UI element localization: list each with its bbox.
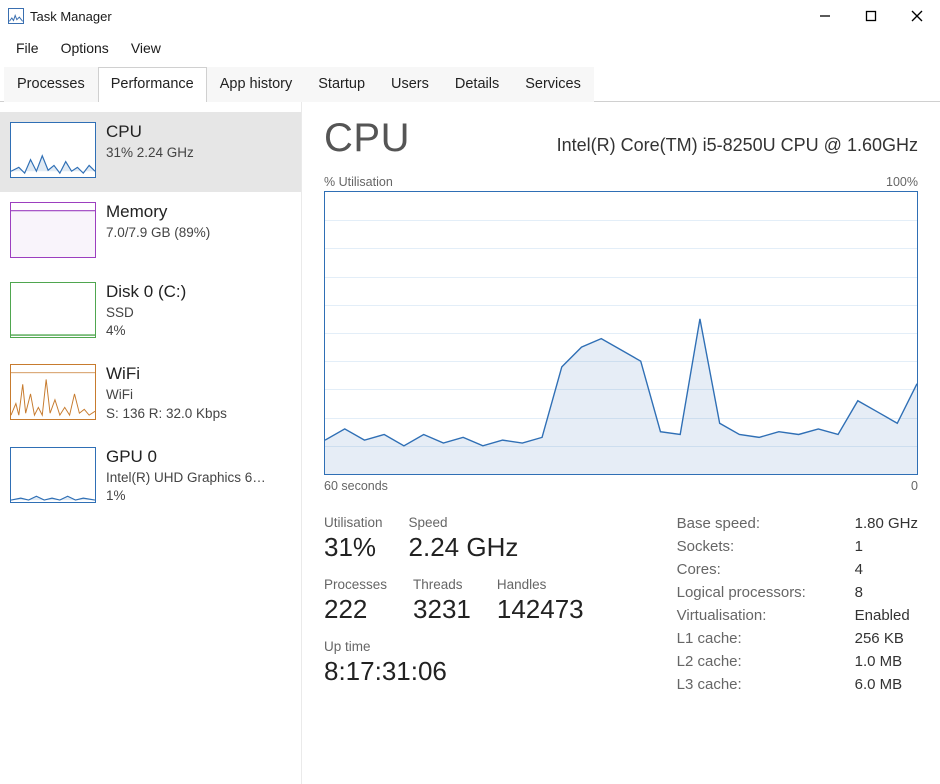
window-controls xyxy=(802,0,940,32)
disk-thumb-icon xyxy=(10,282,96,338)
maximize-button[interactable] xyxy=(848,0,894,32)
stat-speed: Speed 2.24 GHz xyxy=(409,515,519,563)
menubar: File Options View xyxy=(0,32,940,66)
detail-heading: CPU xyxy=(324,116,410,161)
sidebar-item-sub: WiFi S: 136 R: 32.0 Kbps xyxy=(106,386,227,422)
tab-performance[interactable]: Performance xyxy=(98,67,207,102)
window-title: Task Manager xyxy=(30,9,112,24)
minimize-button[interactable] xyxy=(802,0,848,32)
sidebar-item-sub: Intel(R) UHD Graphics 6… 1% xyxy=(106,469,266,505)
spec-val: 1.80 GHz xyxy=(855,515,918,532)
stat-utilisation: Utilisation 31% xyxy=(324,515,383,563)
spec-key: Cores: xyxy=(677,561,837,578)
sidebar-item-sub: 31% 2.24 GHz xyxy=(106,144,194,162)
tab-services[interactable]: Services xyxy=(512,67,594,102)
sidebar-item-label: CPU xyxy=(106,122,194,142)
memory-thumb-icon xyxy=(10,202,96,258)
spec-val: 4 xyxy=(855,561,918,578)
cpu-model: Intel(R) Core(TM) i5-8250U CPU @ 1.60GHz xyxy=(557,135,918,156)
stat-uptime: Up time 8:17:31:06 xyxy=(324,639,584,687)
sidebar-item-cpu[interactable]: CPU 31% 2.24 GHz xyxy=(0,112,301,192)
spec-val: 6.0 MB xyxy=(855,676,918,693)
close-button[interactable] xyxy=(894,0,940,32)
menu-options[interactable]: Options xyxy=(51,36,119,60)
stat-handles: Handles 142473 xyxy=(497,577,584,625)
titlebar: Task Manager xyxy=(0,0,940,32)
sidebar-item-memory[interactable]: Memory 7.0/7.9 GB (89%) xyxy=(0,192,301,272)
spec-key: L1 cache: xyxy=(677,630,837,647)
task-manager-icon xyxy=(8,8,24,24)
sidebar-item-sub: 7.0/7.9 GB (89%) xyxy=(106,224,210,242)
sidebar-item-label: Memory xyxy=(106,202,210,222)
tab-details[interactable]: Details xyxy=(442,67,512,102)
detail-pane: CPU Intel(R) Core(TM) i5-8250U CPU @ 1.6… xyxy=(302,102,940,784)
spec-val: 256 KB xyxy=(855,630,918,647)
tab-processes[interactable]: Processes xyxy=(4,67,98,102)
spec-val: Enabled xyxy=(855,607,918,624)
chart-x-left: 60 seconds xyxy=(324,479,388,493)
spec-val: 8 xyxy=(855,584,918,601)
sidebar-item-label: Disk 0 (C:) xyxy=(106,282,186,302)
tab-app-history[interactable]: App history xyxy=(207,67,306,102)
tabbar: Processes Performance App history Startu… xyxy=(0,66,940,102)
content: CPU 31% 2.24 GHz Memory 7.0/7.9 GB (89%) xyxy=(0,102,940,784)
spec-key: Virtualisation: xyxy=(677,607,837,624)
sidebar-item-label: GPU 0 xyxy=(106,447,266,467)
sidebar-item-label: WiFi xyxy=(106,364,227,384)
spec-key: Base speed: xyxy=(677,515,837,532)
stat-threads: Threads 3231 xyxy=(413,577,471,625)
stat-processes: Processes 222 xyxy=(324,577,387,625)
spec-table: Base speed: 1.80 GHz Sockets: 1 Cores: 4 Lo… xyxy=(677,515,918,693)
spec-key: L3 cache: xyxy=(677,676,837,693)
spec-key: Logical processors: xyxy=(677,584,837,601)
chart-y-max: 100% xyxy=(886,175,918,189)
cpu-thumb-icon xyxy=(10,122,96,178)
cpu-chart-series xyxy=(325,192,917,474)
chart-x-right: 0 xyxy=(911,479,918,493)
sidebar-item-gpu0[interactable]: GPU 0 Intel(R) UHD Graphics 6… 1% xyxy=(0,437,301,519)
sidebar-item-disk0[interactable]: Disk 0 (C:) SSD 4% xyxy=(0,272,301,354)
gpu-thumb-icon xyxy=(10,447,96,503)
sidebar-item-sub: SSD 4% xyxy=(106,304,186,340)
spec-key: L2 cache: xyxy=(677,653,837,670)
cpu-utilisation-chart[interactable] xyxy=(324,191,918,475)
menu-view[interactable]: View xyxy=(121,36,171,60)
sidebar-item-wifi[interactable]: WiFi WiFi S: 136 R: 32.0 Kbps xyxy=(0,354,301,436)
wifi-thumb-icon xyxy=(10,364,96,420)
spec-val: 1 xyxy=(855,538,918,555)
tab-users[interactable]: Users xyxy=(378,67,442,102)
spec-val: 1.0 MB xyxy=(855,653,918,670)
spec-key: Sockets: xyxy=(677,538,837,555)
task-manager-window: Task Manager File Options View Processes… xyxy=(0,0,940,784)
menu-file[interactable]: File xyxy=(6,36,49,60)
tab-startup[interactable]: Startup xyxy=(305,67,378,102)
chart-y-label: % Utilisation xyxy=(324,175,393,189)
sidebar: CPU 31% 2.24 GHz Memory 7.0/7.9 GB (89%) xyxy=(0,102,302,784)
